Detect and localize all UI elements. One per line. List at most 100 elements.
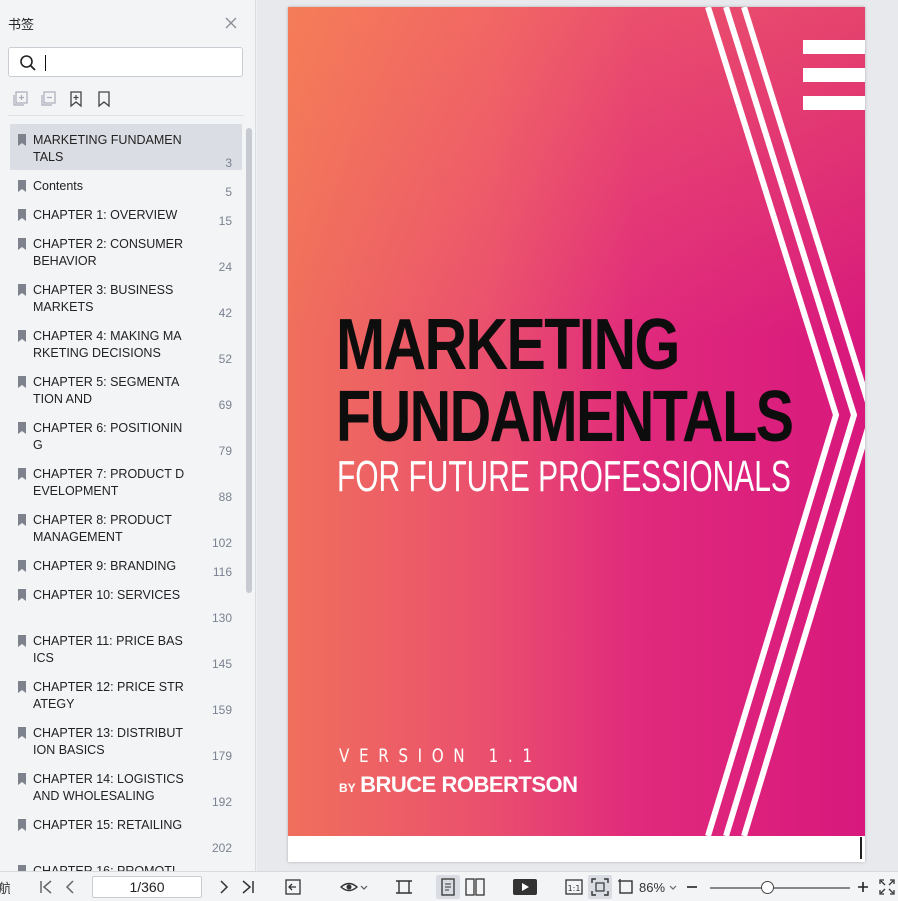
bookmark-icon: [18, 422, 26, 434]
bookmark-item[interactable]: CHAPTER 3: BUSINESS MARKETS 42: [10, 274, 242, 320]
add-bookmark-icon[interactable]: [67, 90, 85, 108]
bookmark-icon: [18, 468, 26, 480]
book-cover: MARKETING FUNDAMENTALS FOR FUTURE PROFES…: [288, 7, 865, 836]
bookmark-label: CHAPTER 12: PRICE STRATEGY: [33, 680, 184, 711]
bookmark-item[interactable]: CHAPTER 4: MAKING MARKETING DECISIONS 52: [10, 320, 242, 366]
bookmark-item[interactable]: CHAPTER 5: SEGMENTATION AND 69: [10, 366, 242, 412]
bookmark-label: CHAPTER 10: SERVICES: [33, 588, 181, 602]
last-page-icon[interactable]: [240, 878, 256, 896]
bookmark-icon: [18, 376, 26, 388]
text-cursor: [860, 837, 862, 859]
bookmark-page-number: 116: [212, 565, 232, 579]
bookmark-item[interactable]: Contents 5: [10, 170, 242, 199]
bookmark-item[interactable]: CHAPTER 2: CONSUMER BEHAVIOR 24: [10, 228, 242, 274]
status-left-fragment: 航: [0, 880, 10, 896]
bookmark-page-number: 42: [218, 306, 232, 320]
bookmark-label: CHAPTER 3: BUSINESS MARKETS: [33, 283, 174, 314]
bookmark-icon: [18, 514, 26, 526]
play-icon[interactable]: [512, 878, 538, 896]
bookmark-page-number: 192: [211, 795, 232, 809]
bookmark-icon: [18, 238, 26, 250]
cover-title-line-2: FUNDAMENTALS: [336, 377, 794, 457]
divider: [8, 115, 244, 116]
bookmark-icon[interactable]: [95, 90, 113, 108]
bookmark-page-number: 69: [218, 398, 232, 412]
bookmark-icon: [18, 330, 26, 342]
bookmark-label: CHAPTER 2: CONSUMER BEHAVIOR: [33, 237, 184, 268]
search-icon: [20, 55, 36, 71]
bookmark-page-number: 5: [225, 185, 232, 199]
bookmark-label: CHAPTER 15: RETAILING: [33, 818, 183, 832]
bookmark-label: CHAPTER 8: PRODUCT MANAGEMENT: [33, 513, 172, 544]
bookmark-item[interactable]: CHAPTER 12: PRICE STRATEGY 159: [10, 671, 242, 717]
eye-view-icon[interactable]: [340, 878, 368, 896]
bookmark-item[interactable]: CHAPTER 7: PRODUCT DEVELOPMENT 88: [10, 458, 242, 504]
document-view: MARKETING FUNDAMENTALS FOR FUTURE PROFES…: [257, 0, 898, 871]
fullscreen-icon[interactable]: [879, 878, 895, 896]
bookmark-page-number: 130: [211, 611, 232, 625]
first-page-icon[interactable]: [38, 878, 54, 896]
bookmark-item[interactable]: CHAPTER 14: LOGISTICS AND WHOLESALING 192: [10, 763, 242, 809]
pdf-page: MARKETING FUNDAMENTALS FOR FUTURE PROFES…: [288, 7, 865, 862]
bookmark-icon: [18, 681, 26, 693]
bookmark-icon: [18, 209, 26, 221]
author-name: BRUCE ROBERTSON: [360, 772, 578, 797]
rotate-page-icon[interactable]: [617, 878, 635, 896]
bookmark-icon: [18, 589, 26, 601]
actual-size-icon[interactable]: 1:1: [565, 878, 583, 896]
bookmark-label: CHAPTER 6: POSITIONING: [33, 421, 183, 452]
bookmark-icon: [18, 284, 26, 296]
fit-page-icon[interactable]: [591, 878, 609, 896]
fit-width-icon[interactable]: [394, 878, 414, 896]
bookmark-page-number: 102: [211, 536, 232, 550]
two-page-icon[interactable]: [465, 878, 485, 896]
bookmark-icon: [18, 635, 26, 647]
bookmark-page-number: 179: [211, 749, 232, 763]
bookmark-page-number: 15: [218, 214, 232, 228]
bookmark-item[interactable]: CHAPTER 13: DISTRIBUTION BASICS 179: [10, 717, 242, 763]
bookmark-icon: [18, 819, 26, 831]
status-bar: 航 1/360 1:1 86%: [0, 871, 898, 901]
bookmark-item[interactable]: CHAPTER 9: BRANDING 116: [10, 550, 242, 579]
bookmark-icon: [18, 180, 26, 192]
single-page-icon[interactable]: [440, 878, 456, 896]
cover-version: VERSION 1.1: [339, 745, 542, 767]
collapse-icon[interactable]: [40, 90, 58, 108]
next-page-icon[interactable]: [216, 878, 232, 896]
prev-page-icon[interactable]: [62, 878, 78, 896]
bookmark-page-number: 3: [225, 156, 232, 170]
bookmark-item[interactable]: CHAPTER 6: POSITIONING 79: [10, 412, 242, 458]
bookmark-page-number: 159: [211, 703, 232, 717]
bookmark-label: CHAPTER 9: BRANDING: [33, 559, 177, 573]
bookmark-label: MARKETING FUNDAMENTALS: [33, 133, 182, 164]
zoom-slider-handle[interactable]: [761, 881, 774, 894]
bookmark-item[interactable]: CHAPTER 8: PRODUCT MANAGEMENT 102: [10, 504, 242, 550]
panel-header: 书签: [0, 0, 256, 44]
bookmark-label: CHAPTER 13: DISTRIBUTION BASICS: [33, 726, 184, 757]
bookmark-panel: 书签 MARKETING FUNDAMENTALS 3 Contents 5 CHAPT…: [0, 0, 256, 901]
expand-icon[interactable]: [12, 90, 30, 108]
zoom-in-icon[interactable]: [856, 878, 870, 896]
zoom-slider-track[interactable]: [710, 887, 850, 889]
bookmark-icon: [18, 560, 26, 572]
bookmark-page-number: 79: [218, 444, 232, 458]
bookmark-icon: [18, 727, 26, 739]
search-input[interactable]: [49, 53, 229, 73]
bookmark-item[interactable]: CHAPTER 1: OVERVIEW 15: [10, 199, 242, 228]
bookmark-label: CHAPTER 14: LOGISTICS AND WHOLESALING: [33, 772, 184, 803]
zoom-out-icon[interactable]: [685, 878, 699, 896]
by-label: BY: [339, 781, 356, 795]
scrollbar[interactable]: [246, 128, 252, 593]
bookmark-item[interactable]: CHAPTER 15: RETAILING 202: [10, 809, 242, 855]
bookmark-item[interactable]: CHAPTER 11: PRICE BASICS 145: [10, 625, 242, 671]
chevron-down-icon[interactable]: [668, 878, 678, 896]
bookmark-label: CHAPTER 7: PRODUCT DEVELOPMENT: [33, 467, 185, 498]
bookmark-item[interactable]: CHAPTER 10: SERVICES 130: [10, 579, 242, 625]
back-icon[interactable]: [284, 878, 302, 896]
cover-byline: BY BRUCE ROBERTSON: [339, 772, 578, 798]
close-icon[interactable]: [222, 14, 240, 32]
bookmark-search-box[interactable]: [8, 47, 243, 77]
bookmark-item[interactable]: MARKETING FUNDAMENTALS 3: [10, 124, 242, 170]
bookmark-label: CHAPTER 5: SEGMENTATION AND: [33, 375, 180, 406]
page-number-input[interactable]: 1/360: [92, 876, 202, 898]
